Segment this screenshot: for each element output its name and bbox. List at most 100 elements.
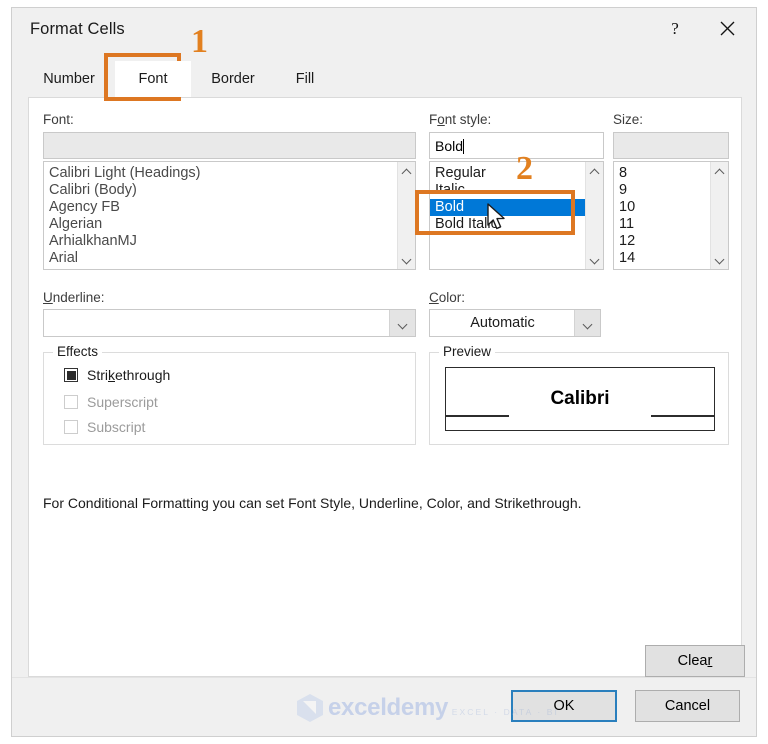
label-pre: Stri (87, 367, 108, 383)
close-x-icon (720, 21, 734, 35)
preview-rule-right (651, 415, 715, 417)
size-list[interactable]: 8 9 10 11 12 14 (613, 161, 729, 270)
scroll-down-button[interactable] (398, 250, 415, 267)
label-pre: Su (87, 419, 105, 435)
font-style-input-value: Bold (435, 137, 464, 154)
list-item[interactable]: Regular (430, 165, 603, 182)
preview-sample-text: Calibri (550, 388, 610, 409)
color-label-accel: C (429, 290, 439, 305)
label-post: script (111, 419, 146, 435)
scroll-up-button[interactable] (398, 164, 415, 181)
checkbox-superscript[interactable]: Superscript (64, 394, 158, 410)
list-item[interactable]: Italic (430, 182, 603, 199)
scroll-down-button[interactable] (586, 250, 603, 267)
preview-rule-left (445, 415, 509, 417)
cancel-button-label: Cancel (664, 698, 711, 714)
clear-button[interactable]: Clear (645, 645, 745, 677)
scroll-down-button[interactable] (711, 250, 728, 267)
checkbox-mixed-icon (64, 368, 78, 382)
font-style-input[interactable]: Bold (429, 132, 604, 159)
font-style-label: Font style: (429, 112, 491, 127)
text-caret (463, 138, 465, 154)
chevron-down-icon (590, 256, 599, 261)
font-input[interactable] (43, 132, 416, 159)
conditional-formatting-note: For Conditional Formatting you can set F… (43, 495, 582, 511)
ok-button-label: OK (553, 698, 575, 714)
list-item[interactable]: Bold Italic (430, 216, 603, 233)
font-tab-panel: Font: Calibri Light (Headings) Calibri (… (28, 97, 745, 677)
preview-group: Preview Calibri (429, 344, 729, 445)
chevron-up-icon (715, 170, 724, 175)
dialog-title: Format Cells (30, 20, 125, 38)
checkbox-strikethrough-label: Strikethrough (87, 367, 170, 383)
chevron-up-icon (402, 170, 411, 175)
underline-label: Underline: (43, 290, 105, 305)
color-label-post: olor: (438, 290, 466, 305)
chevron-down-icon (583, 321, 592, 326)
tab-number-label: Number (43, 71, 95, 87)
label-accel: k (108, 367, 115, 383)
font-style-label-pre: F (429, 112, 438, 127)
font-list-scrollbar[interactable] (397, 162, 415, 269)
size-label: Size: (613, 112, 644, 127)
clear-button-label: Clear (678, 653, 713, 669)
label-post: erscript (111, 394, 158, 410)
label-accel: p (104, 394, 112, 410)
underline-dropdown[interactable] (43, 309, 416, 337)
color-dropdown-button[interactable] (574, 310, 600, 336)
tab-font[interactable]: Font (115, 61, 191, 97)
chevron-down-icon (402, 256, 411, 261)
color-label: Color: (429, 290, 465, 305)
color-dropdown[interactable]: Automatic (429, 309, 601, 337)
ok-button[interactable]: OK (511, 690, 617, 722)
font-style-label-post: nt style: (444, 112, 492, 127)
scroll-up-button[interactable] (586, 164, 603, 181)
label-accel: b (104, 419, 112, 435)
list-item[interactable]: ArhialkhanMJ (44, 233, 415, 250)
close-button[interactable] (704, 8, 750, 48)
tab-border[interactable]: Border (194, 61, 272, 97)
list-item[interactable]: Algerian (44, 216, 415, 233)
chevron-up-icon (590, 170, 599, 175)
underline-label-accel: U (43, 290, 53, 305)
scroll-up-button[interactable] (711, 164, 728, 181)
help-button[interactable]: ? (652, 8, 698, 48)
label-pre: Clea (677, 653, 708, 669)
checkbox-superscript-label: Superscript (87, 394, 158, 410)
checkbox-unchecked-icon (64, 420, 78, 434)
list-item[interactable]: Agency FB (44, 199, 415, 216)
cancel-button[interactable]: Cancel (635, 690, 740, 722)
effects-group-title: Effects (53, 344, 103, 359)
effects-group: Effects Strikethrough Superscript Subscr… (43, 344, 416, 445)
checkbox-unchecked-icon (64, 395, 78, 409)
tab-border-label: Border (211, 71, 255, 87)
font-style-label-accel: o (437, 112, 445, 127)
underline-label-post: nderline: (52, 290, 105, 305)
label-accel: r (707, 653, 713, 669)
list-item[interactable]: Arial (44, 250, 415, 267)
label-post: ethrough (115, 367, 171, 383)
font-style-list-scrollbar[interactable] (585, 162, 603, 269)
checkbox-strikethrough[interactable]: Strikethrough (64, 367, 170, 383)
preview-box: Calibri (445, 367, 715, 431)
font-label: Font: (43, 112, 74, 127)
tab-font-label: Font (138, 71, 168, 87)
size-input[interactable] (613, 132, 729, 159)
chevron-down-icon (715, 256, 724, 261)
color-value: Automatic (470, 315, 535, 331)
font-list[interactable]: Calibri Light (Headings) Calibri (Body) … (43, 161, 416, 270)
underline-dropdown-button[interactable] (389, 310, 415, 336)
tab-number[interactable]: Number (30, 61, 108, 97)
list-item-selected[interactable]: Bold (430, 199, 603, 216)
list-item[interactable]: Calibri (Body) (44, 182, 415, 199)
label-pre: Su (87, 394, 105, 410)
tab-fill[interactable]: Fill (275, 61, 335, 97)
checkbox-subscript[interactable]: Subscript (64, 419, 145, 435)
list-item[interactable]: Calibri Light (Headings) (44, 165, 415, 182)
format-cells-dialog: Format Cells ? Number Font Border Fill F… (11, 7, 757, 737)
dialog-titlebar: Format Cells ? (12, 8, 756, 54)
size-list-scrollbar[interactable] (710, 162, 728, 269)
checkbox-subscript-label: Subscript (87, 419, 145, 435)
tab-fill-label: Fill (295, 71, 315, 87)
font-style-list[interactable]: Regular Italic Bold Bold Italic (429, 161, 604, 270)
